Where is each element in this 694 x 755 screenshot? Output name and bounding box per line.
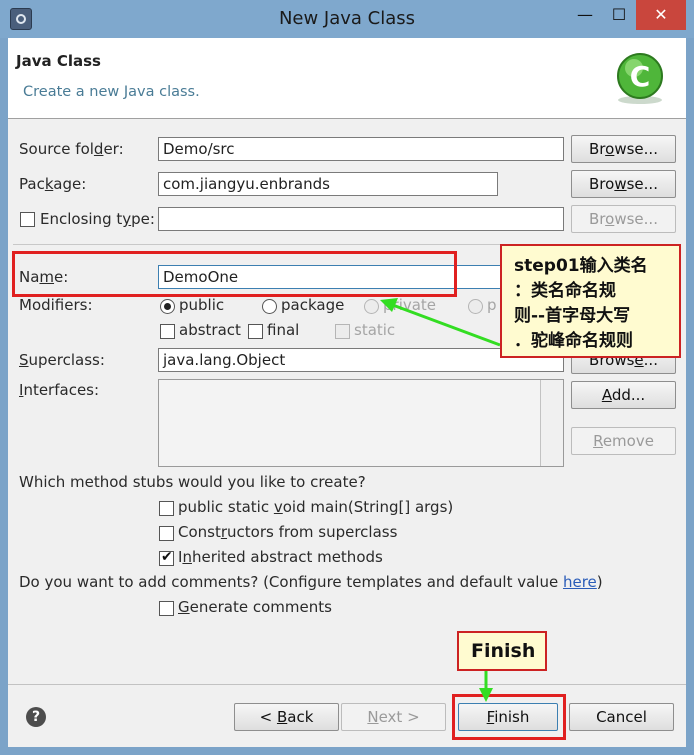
annotation-arrows bbox=[380, 298, 501, 702]
finish-arrow-head bbox=[479, 688, 493, 702]
step-callout: step01输入类名 ：类名命名规 则--首字母大写 ．驼峰命名规则 bbox=[500, 244, 681, 358]
step-callout-line-1: step01输入类名 bbox=[514, 256, 648, 276]
step-callout-line-2: ：类名命名规 bbox=[514, 281, 616, 301]
finish-callout: Finish bbox=[457, 631, 547, 671]
step-callout-line-3: 则--首字母大写 bbox=[514, 306, 631, 326]
step-callout-line-4: ．驼峰命名规则 bbox=[514, 331, 633, 351]
step-arrow-line bbox=[389, 302, 501, 347]
